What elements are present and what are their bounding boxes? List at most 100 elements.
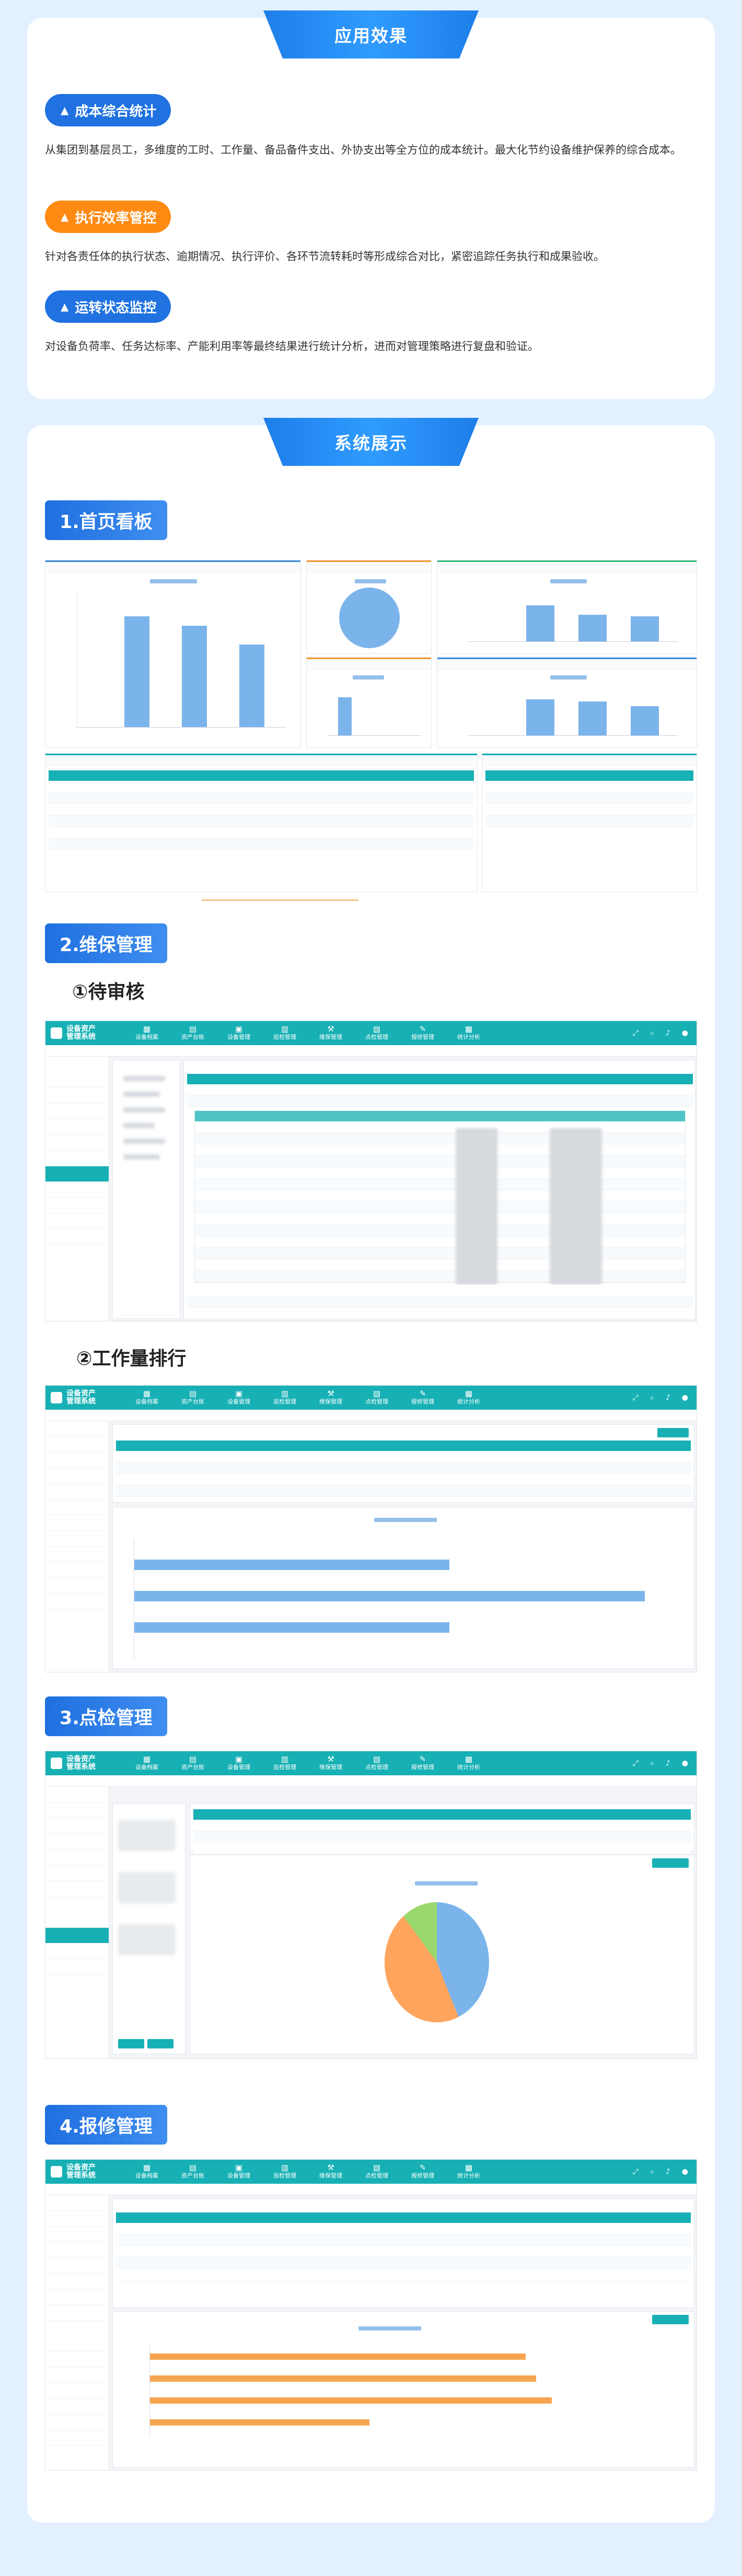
search-icon[interactable]: ⌕: [650, 1759, 654, 1767]
expand-icon[interactable]: ⤢: [633, 1759, 639, 1767]
dashboard-panel-bar4: [306, 657, 432, 748]
nav-item[interactable]: ▦ 设备档案: [124, 1025, 170, 1041]
nav-item[interactable]: ▥ 巡检管理: [262, 1025, 308, 1041]
nav-item[interactable]: ▤ 资产台账: [170, 1390, 216, 1406]
workload-screenshot: 设备资产 管理系统 ▦ 设备档案 ▤ 资产台账 ▣ 设备管理 ▥ 巡检管理 ⚒ 维保管理 ▧…: [45, 1385, 697, 1672]
bell-icon[interactable]: ♪: [666, 1029, 670, 1037]
workload-chart: [112, 1507, 694, 1669]
dashboard-panel-table: [45, 753, 478, 892]
repair-bar: [150, 2419, 369, 2426]
chart3-bar: [526, 605, 554, 641]
workload-bar: [134, 1560, 449, 1570]
nav-item[interactable]: ▧ 点检管理: [354, 2164, 400, 2180]
expand-icon[interactable]: ⤢: [633, 1394, 639, 1402]
nav-item[interactable]: ▣ 设备管理: [216, 2164, 262, 2180]
nav-item[interactable]: ⚒ 维保管理: [308, 1755, 354, 1771]
chart5-bar: [526, 699, 554, 735]
nav-item[interactable]: ▣ 设备管理: [216, 1390, 262, 1406]
expand-icon[interactable]: ⤢: [633, 1029, 639, 1037]
nav-item[interactable]: ▧ 点检管理: [354, 1390, 400, 1406]
cost-stat-text: 从集团到基层员工，多维度的工时、工作量、备品备件支出、外协支出等全方位的成本统计…: [45, 144, 681, 156]
search-icon[interactable]: ⌕: [650, 2168, 654, 2176]
nav-item[interactable]: ▣ 设备管理: [216, 1755, 262, 1771]
display-card: 系统展示 1.首页看板 2.维保管理 ①待审核 设备资产 管理系统 ▦ 设备档案…: [27, 418, 715, 2523]
repair-bar: [150, 2375, 537, 2382]
workload-plot: [134, 1539, 677, 1659]
app-logo-icon: [51, 1027, 62, 1039]
nav-item[interactable]: ✎ 报修管理: [400, 1390, 446, 1406]
nav-item[interactable]: ▥ 巡检管理: [262, 1755, 308, 1771]
tree-panel: [112, 1060, 180, 1319]
expand-icon[interactable]: ⤢: [633, 2168, 639, 2176]
section-spotcheck-header: 3.点检管理: [45, 1696, 167, 1736]
bell-icon[interactable]: ♪: [666, 2168, 670, 2176]
status-monitor-text: 对设备负荷率、任务达标率、产能利用率等最终结果进行统计分析，进而对管理策略进行复…: [45, 340, 539, 353]
search-icon[interactable]: ⌕: [650, 1029, 654, 1037]
spotcheck-screenshot: 设备资产 管理系统 ▦ 设备档案 ▤ 资产台账 ▣ 设备管理 ▥ 巡检管理 ⚒ 维保管理 ▧…: [45, 1751, 697, 2059]
dashboard-panel-pie: [306, 560, 432, 654]
repair-screenshot: 设备资产 管理系统 ▦ 设备档案 ▤ 资产台账 ▣ 设备管理 ▥ 巡检管理 ⚒ 维保管理 ▧…: [45, 2159, 697, 2470]
user-icon[interactable]: ●: [682, 1394, 688, 1402]
nav-item[interactable]: ▦ 设备档案: [124, 1755, 170, 1771]
pending-review-title: ①待审核: [72, 981, 145, 1003]
nav-item[interactable]: ✎ 报修管理: [400, 1755, 446, 1771]
effects-title: 应用效果: [263, 10, 479, 58]
repair-chart: [112, 2311, 694, 2468]
sidebar: [45, 1787, 109, 2058]
nav-item[interactable]: ▦ 设备档案: [124, 1390, 170, 1406]
chart3-bar: [631, 616, 659, 641]
dashboard-panel-bar1: [45, 560, 301, 748]
spotcheck-chart: [190, 1855, 694, 2054]
nav-item[interactable]: ▣ 设备管理: [216, 1025, 262, 1041]
dashboard-pie: [339, 588, 400, 648]
repair-table: [112, 2198, 694, 2308]
workload-ranking-title: ②工作量排行: [76, 1348, 187, 1369]
bell-icon[interactable]: ♪: [666, 1394, 670, 1402]
section-repair-header: 4.报修管理: [45, 2105, 167, 2145]
dashboard-chart1-plot: [77, 592, 286, 728]
display-title: 系统展示: [263, 418, 479, 466]
app-name-1: 设备资产: [66, 1025, 96, 1033]
spotcheck-filter-panel: [112, 1804, 186, 2054]
nav-item[interactable]: ▧ 点检管理: [354, 1755, 400, 1771]
cost-stat-label: 成本综合统计: [75, 103, 157, 120]
user-icon[interactable]: ●: [682, 1759, 688, 1767]
nav-item[interactable]: ▤ 资产台账: [170, 2164, 216, 2180]
bell-icon[interactable]: ♪: [666, 1759, 670, 1767]
chart5-bar: [631, 706, 659, 735]
nav-item[interactable]: ▩ 统计分析: [446, 1025, 492, 1041]
dashboard-panel-table2: [482, 753, 697, 892]
nav-item[interactable]: ✎ 报修管理: [400, 1025, 446, 1041]
chart3-bar: [578, 614, 607, 641]
spotcheck-table: [190, 1804, 694, 1854]
dashboard-screenshot: [45, 560, 697, 904]
app-logo-icon: [51, 2166, 62, 2177]
nav-item[interactable]: ▥ 巡检管理: [262, 1390, 308, 1406]
nav-item[interactable]: ▤ 资产台账: [170, 1025, 216, 1041]
nav-item[interactable]: ▥ 巡检管理: [262, 2164, 308, 2180]
sidebar: [45, 2195, 109, 2470]
nav-item[interactable]: ▩ 统计分析: [446, 1390, 492, 1406]
nav-item[interactable]: ⚒ 维保管理: [308, 2164, 354, 2180]
chart4-bar: [338, 697, 352, 735]
repair-bar: [150, 2397, 552, 2404]
nav-item[interactable]: ✎ 报修管理: [400, 2164, 446, 2180]
nav-item[interactable]: ⚒ 维保管理: [308, 1025, 354, 1041]
triangle-icon: ▲: [61, 300, 69, 313]
chart1-bar: [124, 616, 149, 727]
user-icon[interactable]: ●: [682, 2168, 688, 2176]
nav-item[interactable]: ▧ 点检管理: [354, 1025, 400, 1041]
efficiency-pill: ▲ 执行效率管控: [45, 201, 171, 233]
workload-bar: [134, 1622, 449, 1633]
dashboard-panel-bar3: [437, 560, 697, 654]
nav-item[interactable]: ▦ 设备档案: [124, 2164, 170, 2180]
search-icon[interactable]: ⌕: [650, 1394, 654, 1402]
cost-stat-pill: ▲ 成本综合统计: [45, 94, 171, 126]
triangle-icon: ▲: [61, 104, 69, 116]
nav-item[interactable]: ▩ 统计分析: [446, 2164, 492, 2180]
user-icon[interactable]: ●: [682, 1029, 688, 1037]
nav-item[interactable]: ⚒ 维保管理: [308, 1390, 354, 1406]
nav-item[interactable]: ▤ 资产台账: [170, 1755, 216, 1771]
app-name-2: 管理系统: [66, 1033, 96, 1041]
nav-item[interactable]: ▩ 统计分析: [446, 1755, 492, 1771]
